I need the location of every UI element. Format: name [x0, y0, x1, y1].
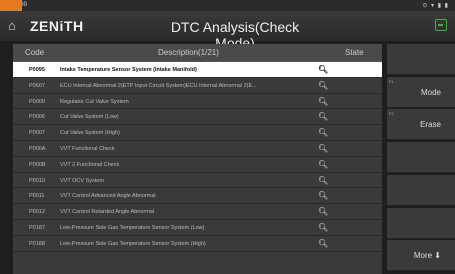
- row-description: Cut Valve System (Low): [60, 114, 119, 121]
- header-description: Description(1/21): [158, 48, 219, 57]
- status-icons: ⊙ ▾ ▮ ▮: [422, 3, 449, 9]
- row-code: P0007: [29, 130, 45, 137]
- table-row[interactable]: P0006 Cut Valve System (Low) 🔍︎: [13, 109, 382, 126]
- search-icon[interactable]: 🔍︎: [318, 144, 328, 153]
- row-description: VVT OCV System: [60, 177, 104, 184]
- row-code: P0095: [29, 67, 45, 73]
- search-icon[interactable]: 🔍︎: [318, 176, 328, 185]
- search-icon[interactable]: 🔍︎: [318, 97, 328, 106]
- row-description: ECU Internal Abnormal 2(ETP Input Circui…: [60, 82, 257, 89]
- sidebar-button[interactable]: F1 Mode: [387, 76, 455, 108]
- table-row[interactable]: P0012 VVT Control Retarded Angle Abnormal…: [13, 204, 382, 220]
- row-code: P0187: [29, 224, 45, 231]
- row-code: P0000: [29, 98, 45, 105]
- function-key-label: F1: [389, 78, 394, 84]
- row-description: Regulator Cut Valve System: [60, 98, 129, 105]
- row-code: P0012: [29, 209, 45, 216]
- status-bar: 10:39 ⊙ ▾ ▮ ▮: [0, 0, 455, 11]
- function-key-label: F2: [389, 111, 394, 117]
- table-row[interactable]: P000B VVT 2 Functional Check 🔍︎: [13, 157, 382, 173]
- sidebar-button[interactable]: [387, 207, 455, 239]
- search-icon[interactable]: 🔍︎: [318, 65, 328, 74]
- row-code: P0607: [29, 82, 45, 89]
- title-bar: ⌂ ZENiTH DTC Analysis(Check Mode): [0, 11, 455, 51]
- row-code: P000B: [29, 161, 46, 168]
- sidebar-button[interactable]: [387, 142, 455, 174]
- table-row[interactable]: P000A VVT Functional Check 🔍︎: [13, 141, 382, 157]
- table-row[interactable]: P0000 Regulator Cut Valve System 🔍︎: [13, 94, 382, 110]
- row-description: Low-Pressure Side Gas Temperature Sensor…: [60, 224, 205, 231]
- table-row[interactable]: P0607 ECU Internal Abnormal 2(ETP Input C…: [13, 78, 382, 94]
- sidebar-button[interactable]: More ⬇: [387, 240, 455, 272]
- table-row[interactable]: P0010 VVT OCV System 🔍︎: [13, 173, 382, 189]
- table-row[interactable]: P0095 Intake Temperature Sensor System (I…: [13, 62, 382, 78]
- search-icon[interactable]: 🔍︎: [318, 112, 328, 121]
- search-icon[interactable]: 🔍︎: [318, 223, 328, 232]
- row-code: P0188: [29, 240, 45, 247]
- row-code: P000A: [29, 145, 46, 152]
- sidebar-button-label: Mode: [420, 87, 441, 97]
- sidebar-button-label: More ⬇: [413, 251, 441, 261]
- row-description: Low-Pressure Side Gas Temperature Sensor…: [60, 240, 206, 247]
- dtc-table: Code Description(1/21) State P0095 Intake…: [13, 44, 382, 274]
- table-row[interactable]: P0187 Low-Pressure Side Gas Temperature S…: [13, 220, 382, 236]
- header-state: State: [345, 48, 364, 57]
- app-logo: ZENiTH: [30, 18, 84, 34]
- table-row[interactable]: P0007 Cut Valve System (High) 🔍︎: [13, 125, 382, 141]
- row-description: Cut Valve System (High): [60, 130, 120, 137]
- home-icon[interactable]: ⌂: [8, 19, 22, 33]
- row-code: P0006: [29, 114, 45, 121]
- function-sidebar: F1 Mode F2 Erase More ⬇: [387, 44, 455, 274]
- row-code: P0010: [29, 177, 45, 184]
- table-header: Code Description(1/21) State: [13, 44, 382, 62]
- search-icon[interactable]: 🔍︎: [318, 160, 328, 169]
- search-icon[interactable]: 🔍︎: [318, 191, 328, 200]
- exit-icon[interactable]: [435, 19, 447, 31]
- row-description: VVT 2 Functional Check: [60, 161, 120, 168]
- sidebar-button[interactable]: [387, 44, 455, 75]
- row-description: VVT Functional Check: [60, 145, 115, 152]
- table-row[interactable]: P0188 Low-Pressure Side Gas Temperature S…: [13, 236, 382, 252]
- search-icon[interactable]: 🔍︎: [318, 81, 328, 90]
- row-code: P0011: [29, 193, 45, 200]
- sidebar-button[interactable]: [387, 174, 455, 206]
- row-description: Intake Temperature Sensor System (Intake…: [60, 67, 197, 73]
- search-icon[interactable]: 🔍︎: [318, 128, 328, 137]
- row-description: VVT Control Advanced Angle Abnormal: [60, 193, 156, 200]
- header-code: Code: [25, 48, 45, 57]
- row-description: VVT Control Retarded Angle Abnormal: [60, 209, 155, 216]
- search-icon[interactable]: 🔍︎: [318, 207, 328, 216]
- sidebar-button[interactable]: F2 Erase: [387, 109, 455, 141]
- sidebar-button-label: Erase: [420, 120, 441, 130]
- table-row[interactable]: P0011 VVT Control Advanced Angle Abnormal…: [13, 188, 382, 205]
- search-icon[interactable]: 🔍︎: [318, 239, 328, 248]
